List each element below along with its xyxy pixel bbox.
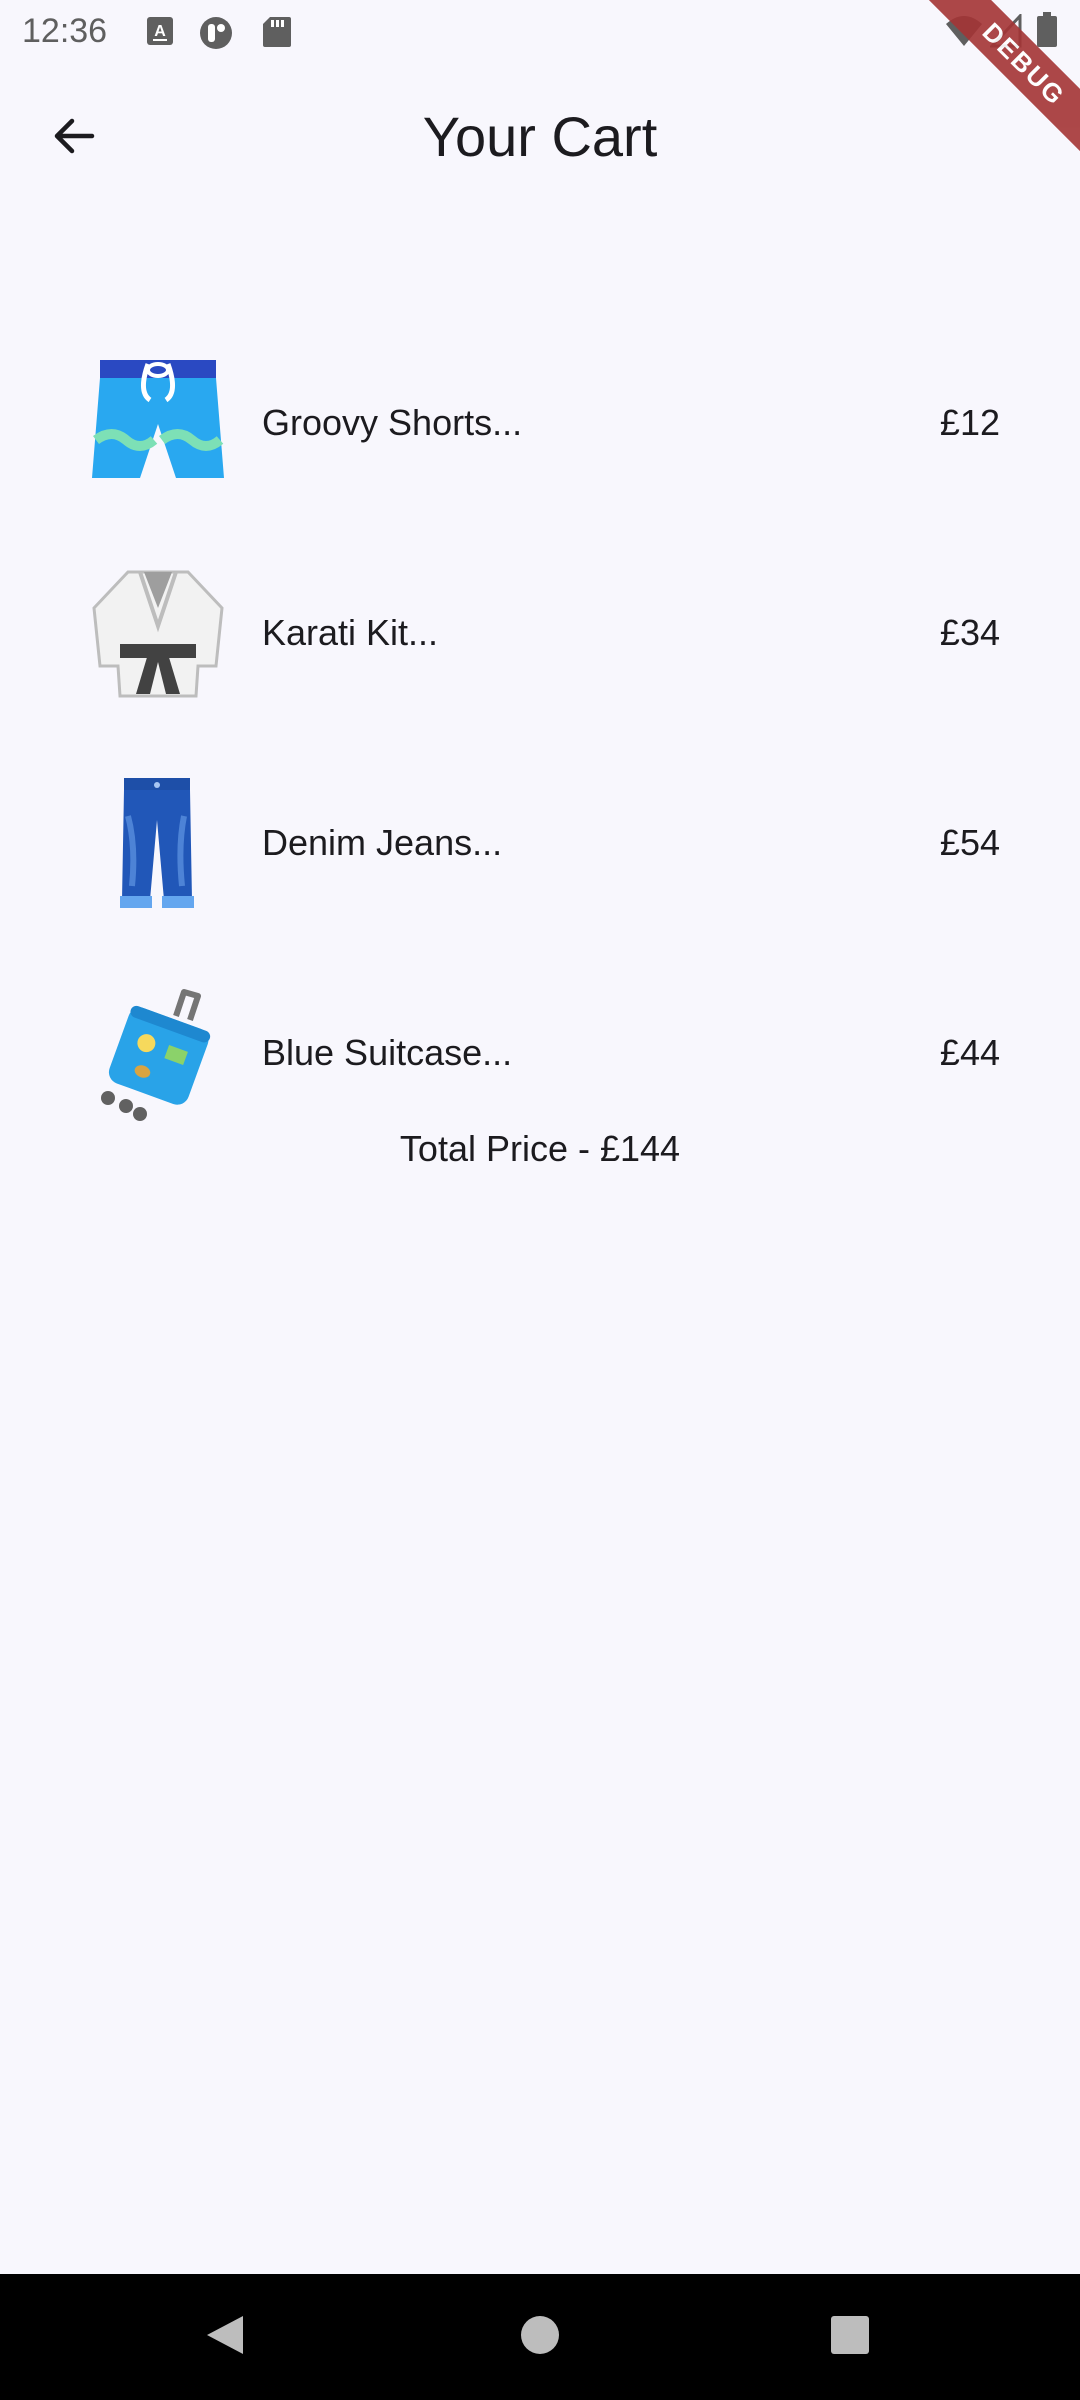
app-bar: Your Cart: [0, 64, 1080, 208]
status-bar: 12:36 A: [0, 0, 1080, 64]
item-price: £54: [939, 822, 1000, 863]
item-name: Groovy Shorts...: [262, 402, 523, 443]
cart-item[interactable]: Blue Suitcase... £44: [0, 948, 1080, 1158]
home-circle-icon: [519, 2314, 561, 2361]
back-triangle-icon: [203, 2312, 247, 2363]
item-name: Blue Suitcase...: [262, 1032, 513, 1073]
recents-square-icon: [829, 2314, 871, 2361]
martial-arts-uniform-icon: [88, 566, 228, 702]
cart-item[interactable]: Denim Jeans... £54: [0, 738, 1080, 948]
item-name: Karati Kit...: [262, 612, 439, 653]
nav-recents-button[interactable]: [815, 2302, 885, 2372]
sd-card-icon: [262, 16, 292, 53]
jeans-icon: [88, 776, 228, 912]
cart-list: Groovy Shorts... £12 Karati Kit... £34 D…: [0, 318, 1080, 1158]
svg-text:A: A: [154, 23, 166, 40]
item-price: £34: [939, 612, 1000, 653]
shorts-icon: [88, 356, 228, 492]
keyboard-a-icon: A: [146, 16, 174, 51]
cart-item[interactable]: Karati Kit... £34: [0, 528, 1080, 738]
item-name: Denim Jeans...: [262, 822, 503, 863]
cart-item[interactable]: Groovy Shorts... £12: [0, 318, 1080, 528]
assistant-icon: [198, 16, 234, 55]
status-time: 12:36: [22, 12, 108, 50]
nav-home-button[interactable]: [505, 2302, 575, 2372]
page-title: Your Cart: [422, 105, 658, 168]
item-price: £44: [939, 1032, 1000, 1073]
total-price: Total Price - £144: [399, 1128, 681, 1169]
nav-back-button[interactable]: [190, 2302, 260, 2372]
system-nav-bar: [0, 2274, 1080, 2400]
suitcase-icon: [88, 986, 228, 1122]
item-price: £12: [939, 402, 1000, 443]
